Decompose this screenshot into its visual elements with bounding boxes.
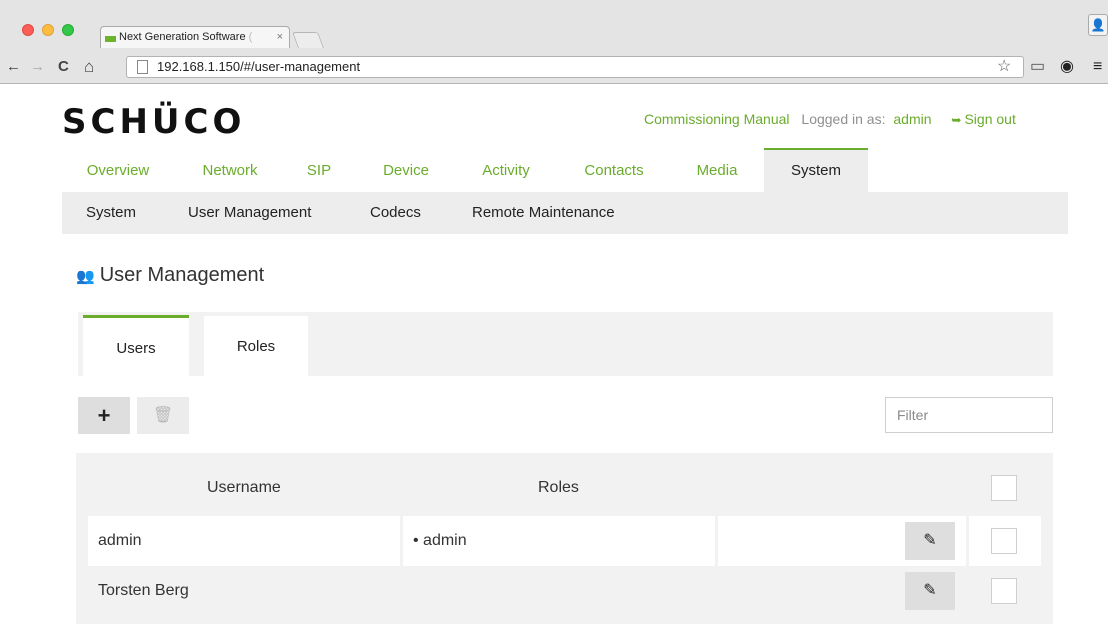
address-url: 192.168.1.150/#/user-management — [157, 59, 361, 74]
row-checkbox[interactable] — [991, 528, 1017, 554]
forward-icon[interactable]: → — [30, 58, 45, 76]
subnav-codecs[interactable]: Codecs — [370, 192, 421, 234]
main-nav: Overview Network SIP Device Activity Con… — [62, 148, 1068, 192]
delete-user-button[interactable]: 🗑 — [137, 397, 189, 434]
pencil-icon: ✎ — [923, 532, 937, 549]
new-tab-button[interactable] — [292, 32, 324, 48]
nav-system[interactable]: System — [764, 148, 868, 192]
page-icon — [137, 60, 148, 74]
table-row: admin • admin ✎ — [88, 516, 1041, 566]
tab-roles[interactable]: Roles — [204, 316, 308, 376]
zoom-window-button[interactable] — [62, 24, 74, 36]
nav-network[interactable]: Network — [188, 148, 272, 192]
address-bar[interactable]: 192.168.1.150/#/user-management — [126, 56, 1024, 78]
browser-chrome: Next Generation Software ( × 👤 ← → C ⌂ 1… — [0, 0, 1108, 84]
page-title-text: User Management — [99, 264, 265, 286]
filter-input[interactable] — [885, 397, 1053, 433]
cast-icon[interactable]: ▭ — [1030, 58, 1045, 76]
home-icon[interactable]: ⌂ — [84, 58, 94, 76]
logged-in-label: Logged in as: — [801, 111, 886, 127]
trash-icon: 🗑 — [152, 407, 174, 424]
commissioning-manual-link[interactable]: Commissioning Manual — [644, 111, 790, 127]
subnav-system[interactable]: System — [86, 192, 136, 234]
sign-out-link[interactable]: ➥ Sign out — [951, 111, 1015, 127]
header-links: Commissioning Manual Logged in as: admin… — [644, 110, 1016, 129]
nav-overview[interactable]: Overview — [74, 148, 162, 192]
extension-icon[interactable]: ◉ — [1060, 58, 1074, 76]
bookmark-star-icon[interactable]: ☆ — [997, 58, 1011, 76]
logged-in-username: admin — [893, 111, 932, 127]
nav-sip[interactable]: SIP — [294, 148, 344, 192]
nav-contacts[interactable]: Contacts — [570, 148, 658, 192]
edit-user-button[interactable]: ✎ — [905, 572, 955, 610]
tab-title-fade: ( — [245, 31, 253, 43]
back-icon[interactable]: ← — [6, 58, 21, 76]
users-table: Username Roles admin • admin ✎ Torsten B… — [76, 453, 1053, 624]
schuco-logo: SCHÜCO — [62, 102, 246, 142]
sign-out-icon: ➥ — [951, 113, 962, 127]
sign-out-label: Sign out — [964, 111, 1016, 127]
minimize-window-button[interactable] — [42, 24, 54, 36]
column-header-username[interactable]: Username — [207, 479, 281, 497]
tab-close-icon[interactable]: × — [277, 27, 283, 48]
column-header-roles[interactable]: Roles — [538, 479, 579, 497]
reload-icon[interactable]: C — [58, 58, 69, 76]
cell-username: admin — [88, 516, 400, 566]
nav-activity[interactable]: Activity — [466, 148, 546, 192]
nav-device[interactable]: Device — [368, 148, 444, 192]
row-checkbox[interactable] — [991, 578, 1017, 604]
sub-nav: System User Management Codecs Remote Mai… — [62, 192, 1068, 234]
nav-media[interactable]: Media — [682, 148, 752, 192]
tab-users[interactable]: Users — [83, 315, 189, 376]
edit-user-button[interactable]: ✎ — [905, 522, 955, 560]
browser-tab[interactable]: Next Generation Software ( × — [100, 26, 290, 48]
page-title: 👥 User Management — [76, 262, 264, 290]
tab-title: Next Generation Software — [119, 31, 246, 43]
subnav-remote-maintenance[interactable]: Remote Maintenance — [472, 192, 615, 234]
table-row: Torsten Berg ✎ — [88, 566, 1041, 616]
add-user-button[interactable]: + — [78, 397, 130, 434]
menu-icon[interactable]: ≡ — [1093, 58, 1102, 76]
users-icon: 👥 — [76, 268, 95, 285]
subnav-user-management[interactable]: User Management — [188, 192, 311, 234]
cell-username: Torsten Berg — [98, 582, 189, 599]
cell-roles: • admin — [403, 516, 715, 566]
content-tabs: Users Roles — [78, 312, 1053, 376]
pencil-icon: ✎ — [923, 582, 937, 599]
favicon-icon — [105, 36, 116, 42]
close-window-button[interactable] — [22, 24, 34, 36]
select-all-checkbox[interactable] — [991, 475, 1017, 501]
cell-roles — [403, 566, 715, 616]
profile-icon[interactable]: 👤 — [1088, 14, 1108, 36]
